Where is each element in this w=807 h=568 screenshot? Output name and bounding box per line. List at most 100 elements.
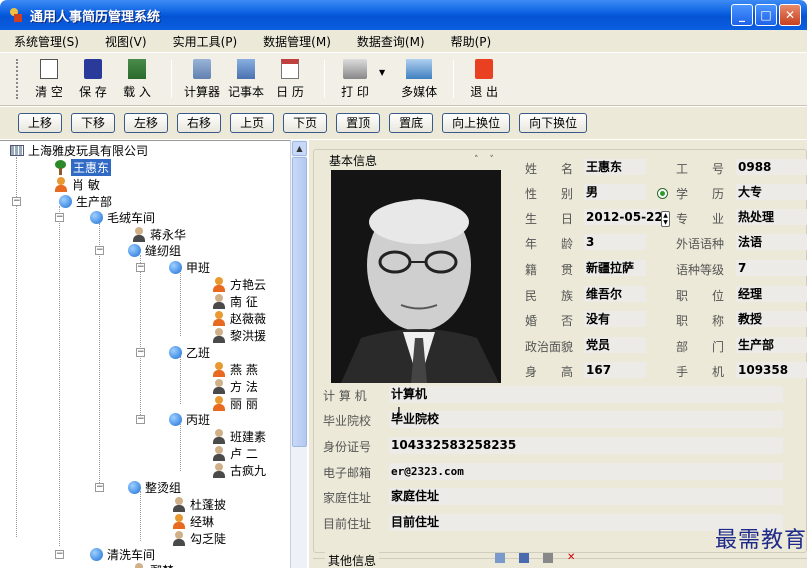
- tree-node-person[interactable]: 南 征: [212, 293, 258, 309]
- menu-tools[interactable]: 实用工具(P): [173, 33, 238, 50]
- tree-node-person[interactable]: 古疯九: [212, 462, 266, 478]
- tree-node-person[interactable]: 丽 丽: [212, 395, 258, 411]
- tree-node-person[interactable]: 黎洪援: [212, 327, 266, 343]
- birthday-field[interactable]: 2012-05-22: [584, 209, 663, 225]
- move-bottom-button[interactable]: 置底: [389, 113, 434, 133]
- swap-down-button[interactable]: 向下换位: [519, 113, 588, 133]
- tree-node-person[interactable]: 勾乏陡: [172, 530, 226, 546]
- calculator-button[interactable]: 计算器: [182, 58, 222, 100]
- tree-node-person[interactable]: 鄢楚: [132, 562, 174, 568]
- collapse-icon[interactable]: −: [95, 482, 104, 492]
- copy-icon[interactable]: [543, 553, 553, 563]
- save-small-icon[interactable]: [519, 553, 529, 563]
- tree-node-team[interactable]: − 丙班: [136, 411, 210, 427]
- collapse-icon[interactable]: −: [55, 549, 64, 559]
- ethnicity-field[interactable]: 维吾尔: [584, 286, 646, 302]
- tree-node-workshop[interactable]: − 毛绒车间: [55, 209, 155, 225]
- move-left-button[interactable]: 左移: [124, 113, 169, 133]
- major-field[interactable]: 热处理: [736, 209, 807, 225]
- page-up-button[interactable]: 上页: [230, 113, 275, 133]
- education-field[interactable]: 大专: [736, 184, 807, 200]
- calendar-button[interactable]: 日 历: [270, 58, 310, 100]
- age-label: 年 龄: [525, 237, 574, 251]
- move-down-button[interactable]: 下移: [71, 113, 116, 133]
- scroll-up-icon[interactable]: ▲: [292, 141, 307, 156]
- swap-up-button[interactable]: 向上换位: [442, 113, 511, 133]
- computer-field[interactable]: 计算机: [389, 386, 783, 403]
- employee-id-field[interactable]: 0988: [736, 159, 807, 175]
- position-field[interactable]: 经理: [736, 286, 807, 302]
- tree-node-team[interactable]: − 乙班: [136, 344, 210, 360]
- job-title-field[interactable]: 教授: [736, 311, 807, 327]
- maximize-button[interactable]: □: [755, 4, 777, 26]
- collapse-icon[interactable]: −: [136, 414, 145, 424]
- move-top-button[interactable]: 置顶: [336, 113, 381, 133]
- tree-node-group[interactable]: − 整烫组: [95, 479, 181, 495]
- close-button[interactable]: ✕: [779, 4, 801, 26]
- minimize-button[interactable]: _: [731, 4, 753, 26]
- collapse-icon[interactable]: −: [136, 347, 145, 357]
- department-field[interactable]: 生产部: [736, 337, 807, 353]
- save-button[interactable]: 保 存: [73, 58, 113, 100]
- school-field[interactable]: 毕业院校: [389, 411, 783, 428]
- gender-field[interactable]: 男: [584, 184, 646, 200]
- tree-node-team[interactable]: − 甲班: [136, 259, 210, 275]
- hometown-field[interactable]: 新疆拉萨: [584, 260, 646, 276]
- menu-help[interactable]: 帮助(P): [451, 33, 492, 50]
- tree-node-person[interactable]: 赵薇薇: [212, 310, 266, 326]
- notepad-button[interactable]: 记事本: [226, 58, 266, 100]
- age-field[interactable]: 3: [584, 234, 646, 250]
- mobile-field[interactable]: 109358: [736, 362, 807, 378]
- tree-node-person[interactable]: 杜蓬披: [172, 496, 226, 512]
- married-field[interactable]: 没有: [584, 311, 646, 327]
- exit-button[interactable]: 退 出: [464, 58, 504, 100]
- menu-data-manage[interactable]: 数据管理(M): [263, 33, 331, 50]
- tree-node-person[interactable]: 燕 燕: [212, 361, 258, 377]
- tree-scrollbar[interactable]: ▲: [290, 140, 307, 568]
- home-address-field[interactable]: 家庭住址: [389, 488, 783, 505]
- photo-nav-icon[interactable]: ˄ ˅: [474, 155, 498, 165]
- tree-node-person[interactable]: 方 法: [212, 378, 258, 394]
- move-right-button[interactable]: 右移: [177, 113, 222, 133]
- delete-icon[interactable]: ✕: [567, 553, 577, 563]
- tree-node-workshop[interactable]: − 清洗车间: [55, 546, 155, 562]
- political-field[interactable]: 党员: [584, 337, 646, 353]
- scroll-thumb[interactable]: [292, 157, 307, 447]
- move-up-button[interactable]: 上移: [18, 113, 63, 133]
- multimedia-button[interactable]: 多媒体: [399, 58, 439, 100]
- tree-node-person[interactable]: 方艳云: [212, 276, 266, 292]
- collapse-icon[interactable]: −: [136, 262, 145, 272]
- id-number-label: 身份证号: [323, 440, 372, 454]
- gender-radio[interactable]: [657, 188, 668, 199]
- date-spinner-icon[interactable]: ▲ ▼: [661, 211, 670, 227]
- org-tree[interactable]: 上海雅皮玩具有限公司 王惠东 肖 敏 − 生产部 − 毛绒车间 蒋永华 − 缝纫组 −…: [0, 140, 290, 568]
- clear-button[interactable]: 清 空: [29, 58, 69, 100]
- tree-node-company[interactable]: 上海雅皮玩具有限公司: [10, 142, 148, 158]
- collapse-icon[interactable]: −: [95, 245, 104, 255]
- language-level-field[interactable]: 7: [736, 260, 807, 276]
- menu-system[interactable]: 系统管理(S): [14, 33, 79, 50]
- tree-node-person[interactable]: 王惠东: [54, 158, 112, 176]
- tree-node-group[interactable]: − 缝纫组: [95, 242, 181, 258]
- tree-node-person[interactable]: 肖 敏: [54, 176, 100, 192]
- print-dropdown-icon[interactable]: ▼: [379, 68, 385, 77]
- tree-node-person[interactable]: 蒋永华: [132, 226, 186, 242]
- tree-node-person[interactable]: 班建素: [212, 428, 266, 444]
- collapse-icon[interactable]: −: [55, 212, 64, 222]
- email-field[interactable]: er@2323.com: [389, 463, 783, 480]
- collapse-icon[interactable]: −: [12, 196, 21, 206]
- height-field[interactable]: 167: [584, 362, 646, 378]
- tree-node-person[interactable]: 卢 二: [212, 445, 258, 461]
- tree-node-department[interactable]: − 生产部: [12, 193, 112, 209]
- edit-icon[interactable]: [495, 553, 505, 563]
- id-number-field[interactable]: 104332583258235: [389, 437, 783, 454]
- print-button[interactable]: 打 印: [335, 58, 375, 100]
- language-field[interactable]: 法语: [736, 234, 807, 250]
- menu-view[interactable]: 视图(V): [105, 33, 147, 50]
- load-button[interactable]: 载 入: [117, 58, 157, 100]
- tree-node-person[interactable]: 经琳: [172, 513, 214, 529]
- menu-data-query[interactable]: 数据查询(M): [357, 33, 425, 50]
- page-down-button[interactable]: 下页: [283, 113, 328, 133]
- toolbar-grip[interactable]: [16, 59, 19, 99]
- name-field[interactable]: 王惠东: [584, 159, 646, 175]
